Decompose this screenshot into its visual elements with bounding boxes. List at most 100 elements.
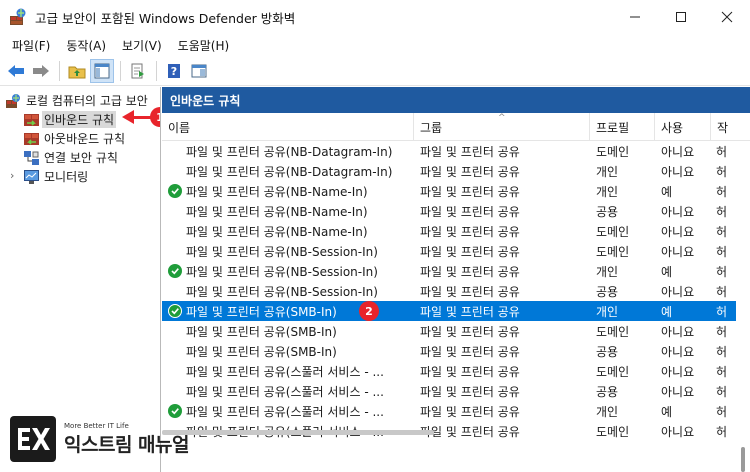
- toolbar-separator: [156, 60, 157, 81]
- rule-enabled-check-icon: [168, 264, 182, 278]
- cell-enabled: 아니요: [661, 144, 695, 159]
- tree-root-label: 로컬 컴퓨터의 고급 보안: [26, 94, 148, 108]
- cell-enabled: 예: [661, 184, 673, 199]
- cell-name: 파일 및 프린터 공유(SMB-In): [168, 341, 414, 361]
- cell-name: 파일 및 프린터 공유(스풀러 서비스 - ...: [168, 361, 414, 381]
- cell-name: 파일 및 프린터 공유(스풀러 서비스 - ...: [168, 381, 414, 401]
- cell-profile: 개인: [596, 304, 619, 319]
- help-book-icon: ?: [168, 63, 180, 78]
- window-title: 고급 보안이 포함된 Windows Defender 방화벽: [35, 10, 296, 26]
- rule-name-text: 파일 및 프린터 공유(SMB-In): [186, 304, 337, 319]
- cell-group: 파일 및 프린터 공유: [420, 384, 520, 399]
- rule-disabled-placeholder-icon: [168, 344, 182, 358]
- column-header-name[interactable]: 이름: [162, 113, 414, 141]
- cell-name: 파일 및 프린터 공유(NB-Name-In): [168, 201, 414, 221]
- cell-profile: 개인: [596, 164, 619, 179]
- cell-group: 파일 및 프린터 공유: [420, 424, 520, 439]
- menu-help[interactable]: 도움말(H): [170, 37, 238, 54]
- back-button[interactable]: [4, 59, 28, 83]
- rule-disabled-placeholder-icon: [168, 284, 182, 298]
- forward-arrow-icon: [33, 64, 49, 77]
- watermark-logo-icon: [10, 416, 56, 462]
- cell-group: 파일 및 프린터 공유: [420, 164, 520, 179]
- help-button[interactable]: ?: [162, 59, 186, 83]
- column-header-enabled[interactable]: 사용: [655, 113, 711, 141]
- cell-profile: 도메인: [596, 324, 630, 339]
- expand-chevron-icon[interactable]: ›: [10, 169, 14, 182]
- table-row[interactable]: 파일 및 프린터 공유(SMB-In) 파일 및 프린터 공유 공용 아니요 허: [162, 341, 750, 361]
- cell-enabled: 아니요: [661, 424, 695, 439]
- toolbar-separator: [59, 60, 60, 81]
- rule-disabled-placeholder-icon: [168, 224, 182, 238]
- scrollbar-thumb[interactable]: [741, 447, 745, 472]
- tree-item-inbound-rules[interactable]: 인바운드 규칙: [24, 110, 117, 129]
- tree-item-outbound-rules[interactable]: 아웃바운드 규칙: [24, 129, 125, 148]
- vertical-scrollbar[interactable]: [736, 141, 750, 472]
- cell-group: 파일 및 프린터 공유: [420, 244, 520, 259]
- menu-bar: 파일(F) 동작(A) 보기(V) 도움말(H): [0, 34, 750, 56]
- table-row[interactable]: 파일 및 프린터 공유(NB-Session-In) 파일 및 프린터 공유 도메인…: [162, 241, 750, 261]
- tree-item-label: 연결 보안 규칙: [44, 151, 118, 165]
- up-folder-button[interactable]: [65, 59, 89, 83]
- show-hide-console-tree-button[interactable]: [90, 58, 114, 83]
- column-header-action[interactable]: 작: [711, 113, 750, 141]
- cell-profile: 공용: [596, 204, 619, 219]
- tree-item-monitoring[interactable]: 모니터링: [24, 167, 88, 186]
- tree-item-label: 인바운드 규칙: [42, 111, 117, 128]
- cell-name: 파일 및 프린터 공유(NB-Name-In): [168, 221, 414, 241]
- menu-action[interactable]: 동작(A): [58, 37, 114, 54]
- table-row[interactable]: 파일 및 프린터 공유(NB-Session-In) 파일 및 프린터 공유 개인 예…: [162, 261, 750, 281]
- close-button[interactable]: [704, 0, 750, 34]
- tree-item-connection-security-rules[interactable]: 연결 보안 규칙: [24, 148, 118, 167]
- toolbar-separator: [120, 60, 121, 81]
- tree-root[interactable]: 로컬 컴퓨터의 고급 보안: [6, 91, 148, 110]
- cell-profile: 공용: [596, 384, 619, 399]
- cell-enabled: 예: [661, 264, 673, 279]
- rule-enabled-check-icon: [168, 184, 182, 198]
- column-header-profile[interactable]: 프로필: [590, 113, 655, 141]
- export-list-button[interactable]: [126, 59, 150, 83]
- cell-enabled: 아니요: [661, 384, 695, 399]
- cell-name: 파일 및 프린터 공유(NB-Name-In): [168, 181, 414, 201]
- cell-enabled: 아니요: [661, 284, 695, 299]
- maximize-button[interactable]: [658, 0, 704, 34]
- table-row[interactable]: 파일 및 프린터 공유(NB-Datagram-In) 파일 및 프린터 공유 개인…: [162, 161, 750, 181]
- table-row[interactable]: 파일 및 프린터 공유(NB-Name-In) 파일 및 프린터 공유 개인 예 허: [162, 181, 750, 201]
- cell-enabled: 아니요: [661, 344, 695, 359]
- table-row[interactable]: 파일 및 프린터 공유(SMB-In) 파일 및 프린터 공유 개인 예 허 2: [162, 301, 750, 321]
- rule-name-text: 파일 및 프린터 공유(NB-Datagram-In): [186, 144, 393, 159]
- table-row[interactable]: 파일 및 프린터 공유(NB-Name-In) 파일 및 프린터 공유 공용 아니요 허: [162, 201, 750, 221]
- table-row[interactable]: 파일 및 프린터 공유(스풀러 서비스 - ... 파일 및 프린터 공유 공용 아니…: [162, 381, 750, 401]
- export-list-icon: [131, 63, 144, 78]
- rule-name-text: 파일 및 프린터 공유(NB-Name-In): [186, 184, 368, 199]
- minimize-button[interactable]: [612, 0, 658, 34]
- forward-button[interactable]: [29, 59, 53, 83]
- table-row[interactable]: 파일 및 프린터 공유(스풀러 서비스 - ... 파일 및 프린터 공유 개인 예 허: [162, 401, 750, 421]
- rule-disabled-placeholder-icon: [168, 364, 182, 378]
- table-row[interactable]: 파일 및 프린터 공유(스풀러 서비스 - ... 파일 및 프린터 공유 도메인 아…: [162, 361, 750, 381]
- minimize-icon: [630, 16, 640, 18]
- tree-item-label: 모니터링: [44, 170, 89, 184]
- horizontal-scrollbar[interactable]: [162, 430, 434, 435]
- table-row[interactable]: 파일 및 프린터 공유(SMB-In) 파일 및 프린터 공유 도메인 아니요 허: [162, 321, 750, 341]
- cell-group: 파일 및 프린터 공유: [420, 364, 520, 379]
- cell-profile: 도메인: [596, 244, 630, 259]
- firewall-app-icon: [9, 8, 27, 26]
- cell-profile: 도메인: [596, 424, 630, 439]
- table-row[interactable]: 파일 및 프린터 공유(NB-Session-In) 파일 및 프린터 공유 공용 아…: [162, 281, 750, 301]
- outbound-rules-icon: [24, 132, 39, 146]
- menu-view[interactable]: 보기(V): [114, 37, 170, 54]
- rule-disabled-placeholder-icon: [168, 384, 182, 398]
- table-row[interactable]: 파일 및 프린터 공유(NB-Datagram-In) 파일 및 프린터 공유 도메…: [162, 141, 750, 161]
- cell-profile: 도메인: [596, 224, 630, 239]
- table-row[interactable]: 파일 및 프린터 공유(NB-Name-In) 파일 및 프린터 공유 도메인 아니요…: [162, 221, 750, 241]
- cell-group: 파일 및 프린터 공유: [420, 324, 520, 339]
- cell-group: 파일 및 프린터 공유: [420, 284, 520, 299]
- rule-enabled-check-icon: [168, 304, 182, 318]
- watermark-tagline: More Better IT Life: [64, 421, 129, 430]
- properties-button[interactable]: [187, 59, 211, 83]
- cell-enabled: 아니요: [661, 244, 695, 259]
- cell-name: 파일 및 프린터 공유(NB-Session-In): [168, 241, 414, 261]
- menu-file[interactable]: 파일(F): [4, 37, 58, 54]
- cell-profile: 공용: [596, 344, 619, 359]
